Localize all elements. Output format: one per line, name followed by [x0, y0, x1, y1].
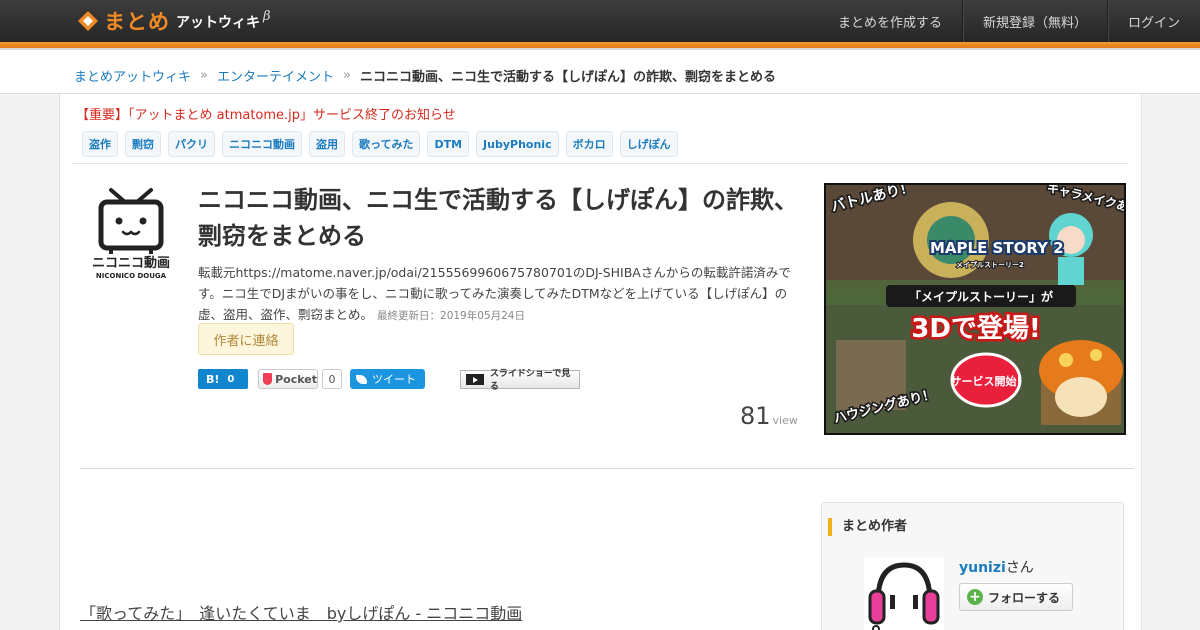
author-avatar[interactable] — [864, 557, 944, 630]
pocket-label: Pocket — [275, 372, 317, 386]
hatena-icon: B! — [206, 372, 220, 386]
tweet-label: ツイート — [372, 373, 416, 386]
ad-text-service: サービス開始! — [950, 374, 1021, 388]
contact-author-button[interactable]: 作者に連絡 — [198, 323, 294, 355]
view-label: view — [772, 414, 798, 427]
follow-label: フォローする — [988, 590, 1061, 605]
site-logo[interactable]: まとめ アットウィキ β — [76, 6, 271, 36]
pocket-count: 0 — [322, 369, 342, 389]
tags-divider — [71, 163, 1129, 164]
view-counter: 81 view — [740, 402, 798, 430]
ad-text-main-2: 3Dで登場! — [911, 313, 1041, 344]
tag-item[interactable]: DTM — [427, 131, 470, 157]
logo-main-text: まとめ — [104, 10, 170, 34]
author-box-heading: まとめ作者 — [828, 518, 907, 536]
content-divider — [80, 468, 1134, 469]
hatena-bookmark-button[interactable]: B! 0 — [198, 369, 248, 389]
play-icon — [466, 373, 484, 385]
tag-list: 盗作 剽窃 パクリ ニコニコ動画 盗用 歌ってみた DTM JubyPhonic… — [82, 131, 685, 157]
ad-logo: MAPLE STORY 2 — [930, 239, 1064, 257]
headphones-avatar-icon — [864, 557, 944, 630]
tag-item[interactable]: ボカロ — [565, 131, 613, 157]
main-panel: 【重要】「アットまとめ atmatome.jp」サービス終了のお知らせ 盗作 剽… — [59, 94, 1142, 630]
pocket-icon — [263, 373, 273, 385]
niconico-tv-icon: ニコニコ動画 NICONICO DOUGA — [92, 188, 170, 280]
ad-logo-sub: メイプルストーリー2 — [956, 260, 1024, 269]
last-updated: 最終更新日：2019年05月24日 — [377, 310, 525, 322]
twitter-bird-icon — [356, 374, 367, 384]
tag-item[interactable]: 盗作 — [82, 131, 118, 157]
article-title: ニコニコ動画、ニコ生で活動する【しげぽん】の詐欺、剽窃をまとめる — [198, 186, 798, 250]
nav-register[interactable]: 新規登録（無料） — [961, 0, 1107, 42]
article-description: 転載元https://matome.naver.jp/odai/21555699… — [198, 262, 798, 327]
breadcrumb-home[interactable]: まとめアットウィキ — [74, 66, 191, 85]
nav-login[interactable]: ログイン — [1106, 0, 1200, 42]
logo-beta-mark: β — [263, 8, 271, 24]
social-share-bar: B! 0 Pocket 0 ツイート スライドショーで見る — [198, 369, 580, 392]
follow-button[interactable]: + フォローする — [959, 583, 1073, 611]
breadcrumb-separator: » — [200, 68, 208, 83]
tag-item[interactable]: ニコニコ動画 — [222, 131, 302, 157]
article-thumbnail[interactable]: ニコニコ動画 NICONICO DOUGA — [81, 182, 181, 282]
tag-item[interactable]: しげぽん — [619, 131, 678, 157]
breadcrumb-bar: まとめアットウィキ » エンターテイメント » ニコニコ動画、ニコ生で活動する【… — [0, 50, 1200, 94]
author-honorific: さん — [1005, 560, 1034, 576]
tag-item[interactable]: 盗用 — [309, 131, 345, 157]
service-end-notice-link[interactable]: 【重要】「アットまとめ atmatome.jp」サービス終了のお知らせ — [76, 104, 456, 123]
thumbnail-logo-subtext: NICONICO DOUGA — [96, 272, 167, 280]
tag-item[interactable]: パクリ — [168, 131, 215, 157]
tag-item[interactable]: 歌ってみた — [352, 131, 421, 157]
top-bar: まとめ アットウィキ β まとめを作成する 新規登録（無料） ログイン — [0, 0, 1200, 42]
ad-text-main-1: 「メイプルストーリー」が — [909, 289, 1053, 304]
tag-item[interactable]: 剽窃 — [125, 131, 161, 157]
ad-banner[interactable]: バトルあり！ キャラメイクあり！ MAPLE STORY 2 メイプルストーリー… — [824, 183, 1126, 435]
nav-create-matome[interactable]: まとめを作成する — [818, 0, 962, 42]
author-name-link[interactable]: yunizi — [959, 560, 1006, 576]
slideshow-label: スライドショーで見る — [489, 369, 571, 392]
top-nav: まとめを作成する 新規登録（無料） ログイン — [818, 0, 1200, 42]
view-count: 81 — [740, 402, 771, 430]
tag-item[interactable]: JubyPhonic — [476, 131, 559, 157]
logo-sub-text: アットウィキ — [176, 15, 260, 31]
author-name-line: yuniziさん — [959, 557, 1034, 577]
video-link[interactable]: 「歌ってみた」 逢いたくていま byしげぽん - ニコニコ動画 — [80, 600, 522, 624]
breadcrumb-category[interactable]: エンターテイメント — [217, 66, 334, 85]
author-box: まとめ作者 yuniziさん + フォローする — [821, 502, 1124, 630]
pocket-button[interactable]: Pocket — [258, 369, 318, 389]
breadcrumb: まとめアットウィキ » エンターテイメント » ニコニコ動画、ニコ生で活動する【… — [74, 66, 776, 85]
maplestory-ad-image: バトルあり！ キャラメイクあり！ MAPLE STORY 2 メイプルストーリー… — [826, 185, 1124, 433]
breadcrumb-separator: » — [343, 68, 351, 83]
plus-icon: + — [967, 589, 983, 605]
logo-mark-icon — [76, 9, 100, 33]
hatena-count: 0 — [227, 373, 235, 385]
slideshow-button[interactable]: スライドショーで見る — [460, 369, 580, 392]
tweet-button[interactable]: ツイート — [350, 369, 425, 389]
thumbnail-logo-text: ニコニコ動画 — [92, 255, 170, 271]
breadcrumb-current: ニコニコ動画、ニコ生で活動する【しげぽん】の詐欺、剽窃をまとめる — [359, 70, 776, 85]
